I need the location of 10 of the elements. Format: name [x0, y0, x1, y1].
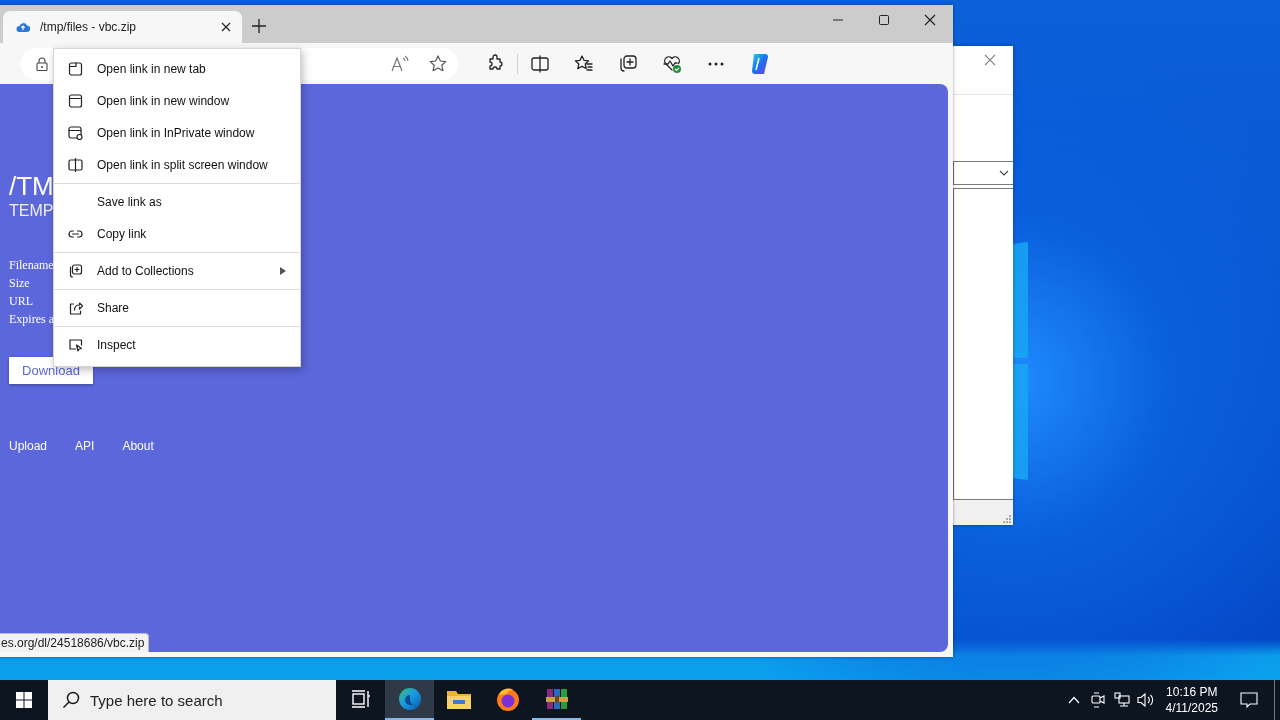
status-url: es.org/dl/24518686/vbc.zip	[0, 633, 150, 652]
field-label: Filename	[9, 257, 54, 274]
field-label: Expires a	[9, 311, 54, 328]
page-title: /TM	[9, 172, 54, 200]
tab-title: /tmp/files - vbc.zip	[40, 20, 138, 34]
clock-time: 10:16 PM	[1166, 684, 1218, 700]
field-label: Size	[9, 275, 30, 292]
field-label: URL	[9, 293, 33, 310]
clock-date: 4/11/2025	[1165, 700, 1218, 716]
page-subtitle: TEMP	[9, 201, 54, 221]
